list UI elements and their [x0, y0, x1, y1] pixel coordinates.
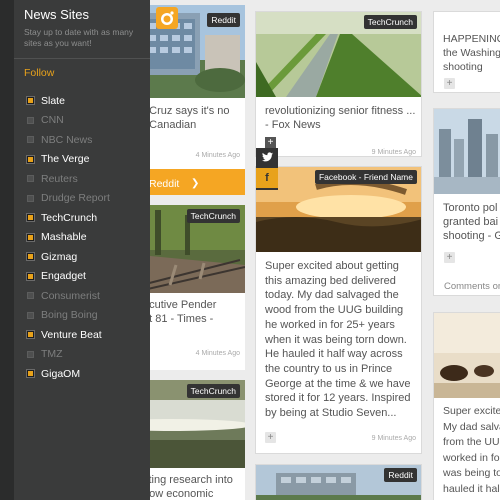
site-name: Drudge Report [41, 192, 110, 205]
checkbox-unchecked-icon[interactable] [27, 116, 34, 124]
site-item-consumerist[interactable]: Consumerist [14, 286, 150, 306]
checkbox-checked-icon[interactable] [27, 97, 34, 105]
panel-subtitle: Stay up to date with as many sites as yo… [24, 27, 134, 48]
site-name: TMZ [41, 348, 63, 361]
checkbox-checked-icon[interactable] [27, 370, 34, 378]
site-item-engadget[interactable]: Engadget [14, 267, 150, 287]
checkbox-checked-icon[interactable] [27, 272, 34, 280]
card-headline[interactable]: sting research into how economic [143, 473, 245, 500]
checkbox-unchecked-icon[interactable] [27, 194, 34, 202]
card-headline[interactable]: HAPPENING the Washing shooting [443, 32, 500, 74]
site-name: Venture Beat [41, 328, 102, 341]
site-name: Reuters [41, 172, 78, 185]
news-card-toronto[interactable]: Toronto pol granted bai shooting - G + C… [433, 108, 500, 296]
news-card-bed-repost[interactable]: Super excite My dad salva from the UUG w… [433, 312, 500, 500]
checkbox-checked-icon[interactable] [27, 155, 34, 163]
checkbox-unchecked-icon[interactable] [27, 136, 34, 144]
site-item-gigaom[interactable]: GigaOM [14, 364, 150, 384]
source-tag: Facebook - Friend Name [314, 170, 417, 184]
checkbox-checked-icon[interactable] [27, 233, 34, 241]
news-card-washington[interactable]: HAPPENING the Washing shooting + [433, 11, 500, 93]
site-name: NBC News [41, 133, 93, 146]
twitter-icon[interactable] [256, 148, 278, 168]
panel-title: News Sites [24, 7, 90, 22]
site-item-cnn[interactable]: CNN [14, 111, 150, 131]
site-item-techcrunch[interactable]: TechCrunch [14, 208, 150, 228]
action-label: Reddit [149, 178, 180, 190]
site-item-mashable[interactable]: Mashable [14, 228, 150, 248]
chevron-right-icon: ❯ [191, 178, 200, 189]
site-item-venture-beat[interactable]: Venture Beat [14, 325, 150, 345]
app-rail [0, 0, 14, 500]
card-headline[interactable]: Toronto pol granted bai shooting - G [443, 201, 500, 243]
site-name: Slate [41, 94, 65, 107]
site-item-slate[interactable]: Slate [14, 91, 150, 111]
plus-icon[interactable]: + [265, 432, 276, 443]
card-headline[interactable]: revolutionizing senior fitness ... - Fox… [265, 104, 420, 132]
facebook-icon[interactable]: f [256, 168, 278, 188]
comments-link[interactable]: Comments on [444, 281, 500, 292]
checkbox-checked-icon[interactable] [27, 253, 34, 261]
site-name: Engadget [41, 270, 86, 283]
news-card-techcrunch-fitness[interactable]: TechCrunch revolutionizing senior fitnes… [255, 11, 422, 157]
site-item-the-verge[interactable]: The Verge [14, 150, 150, 170]
site-list: Slate CNN NBC News The Verge Reuters Drudge R… [14, 91, 150, 384]
plus-icon[interactable]: + [444, 252, 455, 263]
site-name: The Verge [41, 153, 90, 166]
card-timestamp: 4 Minutes Ago [195, 152, 240, 159]
share-buttons: f [256, 148, 278, 190]
news-card-reddit-building[interactable]: Reddit [255, 464, 422, 500]
news-card-facebook-post[interactable]: Facebook - Friend Name Super excited abo… [255, 166, 422, 454]
checkbox-unchecked-icon[interactable] [27, 175, 34, 183]
checkbox-unchecked-icon[interactable] [27, 292, 34, 300]
source-tag: TechCrunch [363, 15, 417, 29]
checkbox-unchecked-icon[interactable] [27, 311, 34, 319]
site-name: TechCrunch [41, 211, 98, 224]
checkbox-unchecked-icon[interactable] [27, 350, 34, 358]
source-tag: Reddit [384, 468, 417, 482]
card-headline[interactable]: d Cruz says it's no p Canadian [140, 104, 245, 132]
card-headline[interactable]: ecutive Pender at 81 - Times - [143, 298, 245, 326]
divider [14, 58, 150, 59]
plus-icon[interactable]: + [444, 78, 455, 89]
source-tag: Reddit [207, 13, 240, 27]
site-name: Gizmag [41, 250, 78, 263]
source-tag: TechCrunch [186, 209, 240, 223]
site-name: GigaOM [41, 367, 81, 380]
follow-heading: Follow [24, 67, 55, 79]
card-body[interactable]: Super excited about getting this amazing… [265, 259, 417, 421]
site-item-gizmag[interactable]: Gizmag [14, 247, 150, 267]
card-timestamp: 9 Minutes Ago [371, 435, 416, 442]
reddit-alien-icon [156, 7, 178, 29]
plus-icon[interactable]: + [265, 137, 276, 148]
site-name: Boing Boing [41, 309, 98, 322]
site-item-boing-boing[interactable]: Boing Boing [14, 306, 150, 326]
site-item-tmz[interactable]: TMZ [14, 345, 150, 365]
site-item-drudge-report[interactable]: Drudge Report [14, 189, 150, 209]
checkbox-checked-icon[interactable] [27, 331, 34, 339]
site-name: Consumerist [41, 289, 100, 302]
site-name: Mashable [41, 231, 87, 244]
source-tag: TechCrunch [186, 384, 240, 398]
card-image [434, 109, 500, 194]
site-item-nbc-news[interactable]: NBC News [14, 130, 150, 150]
card-image [434, 313, 500, 398]
news-sites-panel: News Sites Stay up to date with as many … [14, 0, 150, 500]
card-timestamp: 9 Minutes Ago [371, 149, 416, 156]
card-timestamp: 4 Minutes Ago [195, 350, 240, 357]
site-item-reuters[interactable]: Reuters [14, 169, 150, 189]
site-name: CNN [41, 114, 64, 127]
card-body[interactable]: Super excite My dad salva from the UUG w… [443, 404, 500, 497]
checkbox-checked-icon[interactable] [27, 214, 34, 222]
